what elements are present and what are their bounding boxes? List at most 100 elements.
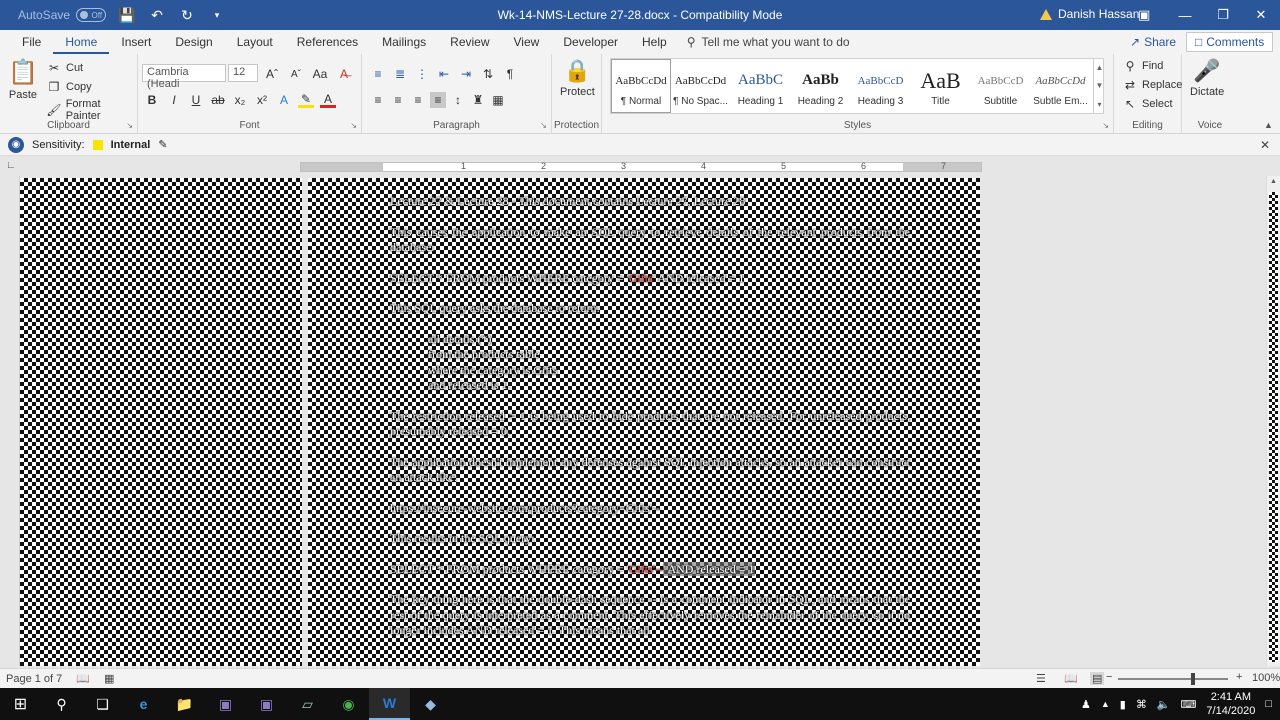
italic-icon[interactable]: I	[166, 92, 182, 108]
zoom-slider-thumb[interactable]	[1191, 673, 1195, 685]
chevron-down-icon[interactable]: ▼	[1096, 81, 1104, 90]
app-icon-3[interactable]: ▱	[287, 688, 328, 720]
keyboard-icon[interactable]: ⌨	[1181, 698, 1197, 711]
customize-qat-icon[interactable]: ▾	[208, 10, 226, 21]
styles-gallery-scroll[interactable]: ▲ ▼ ▾	[1093, 58, 1105, 114]
paragraph-launcher-icon[interactable]: ↘	[540, 121, 547, 130]
shading-icon[interactable]: ♜	[470, 92, 486, 108]
zoom-out-icon[interactable]: −	[1106, 671, 1112, 683]
font-color-icon[interactable]: A	[320, 92, 336, 108]
autosave-toggle[interactable]: AutoSave Off	[18, 8, 107, 22]
document-body[interactable]: Lecture 27 & Lecture 28 - This document …	[390, 194, 910, 639]
style-subtitle[interactable]: AaBbCcD Subtitle	[971, 59, 1031, 113]
tab-selector-icon[interactable]: ∟	[6, 160, 16, 171]
copy-button[interactable]: ❐ Copy	[46, 79, 92, 95]
restore-icon[interactable]: ❐	[1204, 0, 1242, 30]
zoom-in-icon[interactable]: +	[1236, 671, 1242, 683]
find-button[interactable]: ⚲ Find	[1122, 58, 1164, 74]
vertical-scrollbar[interactable]: ▲	[1266, 176, 1280, 666]
strikethrough-icon[interactable]: ab	[210, 92, 226, 108]
edge-icon[interactable]: e	[123, 688, 164, 720]
user-account[interactable]: Danish Hassan	[1040, 7, 1139, 21]
style-subtle-emphasis[interactable]: AaBbCcDd Subtle Em...	[1031, 59, 1091, 113]
close-icon[interactable]: ✕	[1260, 138, 1270, 152]
volume-icon[interactable]: 🔈	[1157, 698, 1171, 711]
paste-button[interactable]: 📋 Paste	[8, 58, 38, 101]
increase-indent-icon[interactable]: ⇥	[458, 66, 474, 82]
document-canvas[interactable]: Lecture 27 & Lecture 28 - This document …	[20, 176, 1266, 666]
redo-icon[interactable]: ↻	[178, 7, 196, 24]
tell-me-search[interactable]: ⚲ Tell me what you want to do	[687, 35, 850, 49]
bold-icon[interactable]: B	[144, 92, 160, 108]
file-explorer-icon[interactable]: 📁	[164, 688, 205, 720]
align-left-icon[interactable]: ≡	[370, 92, 386, 108]
tab-developer[interactable]: Developer	[551, 30, 630, 54]
bullets-icon[interactable]: ≡	[370, 66, 386, 82]
highlight-icon[interactable]: ✎	[298, 92, 314, 108]
chevron-up-icon[interactable]: ▲	[1096, 63, 1104, 72]
tab-home[interactable]: Home	[53, 30, 110, 54]
task-view-icon[interactable]: ❏	[82, 688, 123, 720]
style-heading-3[interactable]: AaBbCcD Heading 3	[851, 59, 911, 113]
tab-design[interactable]: Design	[163, 30, 224, 54]
font-size-select[interactable]: 12	[228, 64, 258, 82]
clock[interactable]: 2:41 AM 7/14/2020	[1206, 690, 1255, 718]
style-heading-2[interactable]: AaBb Heading 2	[791, 59, 851, 113]
dictate-button[interactable]: 🎤 Dictate	[1190, 58, 1224, 98]
sensitivity-value[interactable]: Internal	[111, 139, 151, 151]
clear-formatting-icon[interactable]: A̶	[336, 66, 352, 82]
style-heading-1[interactable]: AaBbC Heading 1	[731, 59, 791, 113]
align-right-icon[interactable]: ≡	[410, 92, 426, 108]
people-icon[interactable]: ♟	[1081, 698, 1091, 711]
horizontal-ruler[interactable]: ∟ 1 2 3 4 5 6 7	[0, 156, 1280, 176]
tab-file[interactable]: File	[10, 30, 53, 54]
page-count[interactable]: Page 1 of 7	[6, 673, 62, 685]
change-case-icon[interactable]: Aa	[312, 66, 328, 82]
tab-review[interactable]: Review	[438, 30, 501, 54]
read-mode-icon[interactable]: 📖	[1064, 672, 1078, 685]
undo-icon[interactable]: ↶	[148, 7, 166, 24]
clipboard-launcher-icon[interactable]: ↘	[126, 121, 133, 130]
notifications-icon[interactable]: □	[1265, 698, 1272, 710]
scrollbar-thumb[interactable]	[1269, 192, 1278, 662]
line-spacing-icon[interactable]: ↕	[450, 92, 466, 108]
shrink-font-icon[interactable]: Aˇ	[288, 66, 304, 82]
font-family-select[interactable]: Cambria (Headi	[142, 64, 226, 90]
style-no-spacing[interactable]: AaBbCcDd ¶ No Spac...	[671, 59, 731, 113]
minimize-icon[interactable]: —	[1166, 0, 1204, 30]
macro-recording-icon[interactable]: ▦	[104, 672, 114, 685]
zoom-slider[interactable]	[1118, 673, 1228, 685]
decrease-indent-icon[interactable]: ⇤	[436, 66, 452, 82]
app-icon-2[interactable]: ▣	[246, 688, 287, 720]
document-page[interactable]: Lecture 27 & Lecture 28 - This document …	[308, 178, 980, 666]
tab-layout[interactable]: Layout	[225, 30, 285, 54]
focus-mode-icon[interactable]: ☰	[1036, 672, 1046, 685]
select-button[interactable]: ↖ Select	[1122, 96, 1173, 112]
autosave-switch[interactable]: Off	[76, 8, 107, 22]
collapse-ribbon-icon[interactable]: ▲	[1264, 120, 1273, 130]
battery-icon[interactable]: ▮	[1120, 698, 1126, 711]
tab-view[interactable]: View	[502, 30, 552, 54]
app-icon-1[interactable]: ▣	[205, 688, 246, 720]
superscript-icon[interactable]: x²	[254, 92, 270, 108]
proofing-icon[interactable]: 📖	[76, 672, 90, 685]
show-formatting-marks-icon[interactable]: ¶	[502, 66, 518, 82]
wifi-icon[interactable]: ⌘	[1136, 698, 1147, 711]
edit-pencil-icon[interactable]: ✎	[158, 138, 167, 151]
underline-icon[interactable]: U	[188, 92, 204, 108]
font-launcher-icon[interactable]: ↘	[350, 121, 357, 130]
ruler-strip[interactable]: 1 2 3 4 5 6 7	[300, 161, 982, 172]
style-title[interactable]: AaB Title	[911, 59, 971, 113]
protect-button[interactable]: 🔒 Protect	[560, 58, 595, 98]
save-icon[interactable]: 💾	[118, 7, 136, 24]
tab-insert[interactable]: Insert	[109, 30, 163, 54]
styles-launcher-icon[interactable]: ↘	[1102, 121, 1109, 130]
text-effects-icon[interactable]: A	[276, 92, 292, 108]
chevron-up-icon[interactable]: ▲	[1101, 699, 1110, 709]
app-icon-4[interactable]: ◆	[410, 688, 451, 720]
tab-references[interactable]: References	[285, 30, 370, 54]
replace-button[interactable]: ⇄ Replace	[1122, 77, 1182, 93]
share-button[interactable]: ↗ Share	[1124, 32, 1182, 52]
comments-button[interactable]: □ Comments	[1186, 32, 1274, 52]
format-painter-button[interactable]: 🖌 Format Painter	[46, 98, 137, 122]
